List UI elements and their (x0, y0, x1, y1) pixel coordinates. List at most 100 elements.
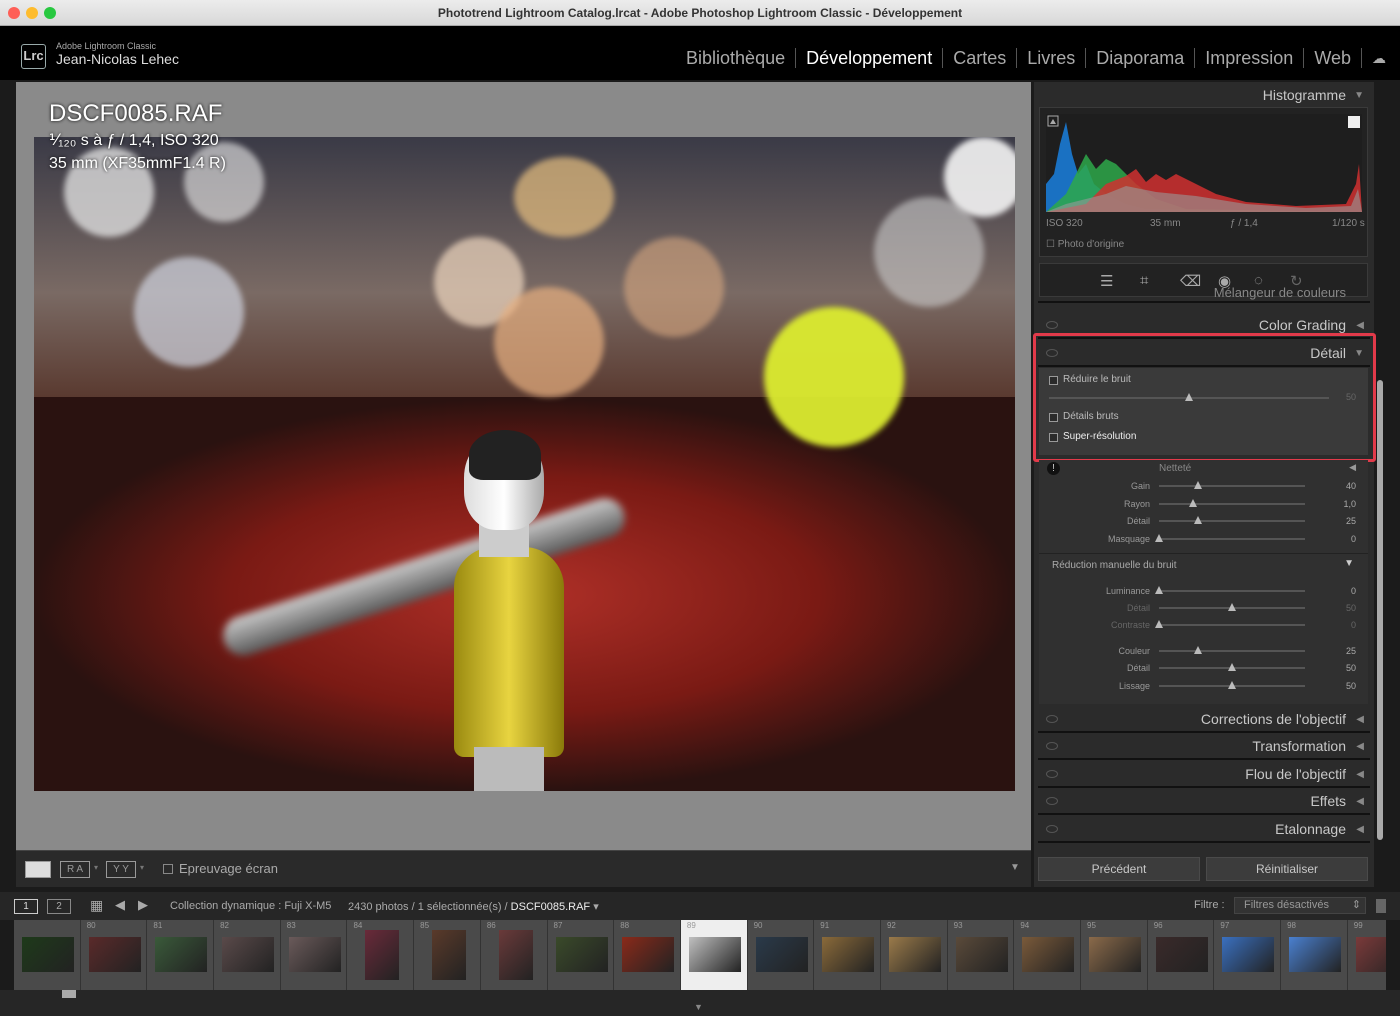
filmstrip-thumbnail[interactable]: 88 (614, 920, 681, 990)
panel-scrollbar[interactable] (1377, 380, 1383, 840)
triangle-left-icon[interactable]: ◀ (1356, 816, 1364, 843)
slider-knob[interactable] (1194, 516, 1203, 524)
collection-label[interactable]: Collection dynamique : Fuji X-M5 (170, 900, 331, 912)
slider-knob[interactable] (1228, 681, 1236, 689)
panel-color-mixer-header[interactable]: Mélangeur de couleurs (1038, 287, 1370, 303)
filmstrip-thumbnail[interactable]: 93 (947, 920, 1015, 990)
eye-icon[interactable] (1046, 321, 1058, 329)
filmstrip-thumbnail[interactable]: 96 (1147, 920, 1215, 990)
histogram[interactable]: ISO 320 35 mm ƒ / 1,4 1/120 s ☐ Photo d'… (1039, 107, 1368, 257)
filmstrip-thumbnail[interactable]: 91 (814, 920, 881, 990)
slider-knob[interactable] (1155, 620, 1163, 628)
filmstrip-thumbnail[interactable]: 83 (280, 920, 348, 990)
filmstrip-thumbnail[interactable]: 81 (147, 920, 215, 990)
filmstrip-thumbnail[interactable]: 82 (214, 920, 281, 990)
eye-icon[interactable] (1046, 715, 1058, 723)
module-develop[interactable]: Développement (796, 48, 944, 68)
slider-track[interactable] (1159, 624, 1305, 626)
filmstrip-thumbnail[interactable]: 87 (547, 920, 615, 990)
triangle-down-icon[interactable]: ▼ (1354, 82, 1364, 109)
module-map[interactable]: Cartes (943, 48, 1018, 68)
filmstrip-thumbnail[interactable]: 92 (880, 920, 948, 990)
noise-slider-row[interactable]: Détail 50 (1039, 600, 1368, 617)
slider-knob[interactable] (1155, 586, 1163, 594)
display-1-button[interactable]: 1 (14, 899, 38, 914)
module-library[interactable]: Bibliothèque (676, 48, 797, 68)
filmstrip-thumbnail[interactable]: 85 (414, 920, 481, 990)
slider-knob[interactable] (1194, 646, 1203, 654)
grid-icon[interactable]: ▦ (90, 897, 103, 914)
softproof-checkbox[interactable] (163, 864, 173, 874)
loupe-view-button[interactable] (25, 861, 51, 878)
panel-effects-header[interactable]: Effets ◀ (1038, 788, 1370, 815)
panel-calibration-header[interactable]: Etalonnage ◀ (1038, 816, 1370, 843)
slider-knob[interactable] (1228, 663, 1236, 671)
slider-knob[interactable] (1228, 603, 1236, 611)
noise-slider-row[interactable]: Détail 50 (1039, 660, 1368, 677)
module-slideshow[interactable]: Diaporama (1086, 48, 1196, 68)
filmstrip-thumbnail[interactable]: 94 (1014, 920, 1081, 990)
triangle-left-icon[interactable]: ◀ (1356, 788, 1364, 815)
eye-icon[interactable] (1046, 825, 1058, 833)
scroll-thumb[interactable] (62, 990, 76, 998)
filter-lock-icon[interactable] (1376, 899, 1386, 913)
sharpening-slider-row[interactable]: Masquage 0 (1039, 531, 1368, 548)
sharpening-slider-row[interactable]: Rayon 1,0 (1039, 496, 1368, 513)
sharpening-slider-row[interactable]: Gain 40 (1039, 478, 1368, 495)
chevron-down-icon[interactable]: ▾ (140, 863, 144, 872)
module-web[interactable]: Web (1304, 48, 1362, 68)
zoom-window-button[interactable] (44, 7, 56, 19)
triangle-left-icon[interactable]: ◀ (1356, 733, 1364, 760)
panel-lens-blur-header[interactable]: Flou de l'objectif ◀ (1038, 761, 1370, 788)
slider-track[interactable] (1159, 520, 1305, 522)
toolbar-menu-icon[interactable]: ▼ (1010, 862, 1020, 873)
triangle-down-icon[interactable]: ▼ (694, 1002, 703, 1012)
filmstrip-thumbnail[interactable]: 86 (480, 920, 548, 990)
panel-lens-corrections-header[interactable]: Corrections de l'objectif ◀ (1038, 706, 1370, 733)
previous-button[interactable]: Précédent (1038, 857, 1200, 881)
close-window-button[interactable] (8, 7, 20, 19)
arrow-left-icon[interactable]: ◀ (115, 897, 125, 913)
filmstrip-thumbnail[interactable]: 89 (680, 920, 748, 990)
filmstrip-thumbnail[interactable]: 98 (1281, 920, 1348, 990)
triangle-left-icon[interactable]: ◀ (1356, 706, 1364, 733)
reset-button[interactable]: Réinitialiser (1206, 857, 1368, 881)
filter-dropdown[interactable]: Filtres désactivés ⇕ (1234, 897, 1366, 914)
display-2-button[interactable]: 2 (47, 899, 71, 914)
filmstrip-thumbnail[interactable]: 84 (347, 920, 415, 990)
triangle-left-icon[interactable]: ◀ (1356, 761, 1364, 788)
slider-knob[interactable] (1155, 533, 1163, 542)
noise-slider-row[interactable]: Contraste 0 (1039, 617, 1368, 634)
cloud-icon[interactable]: ☁ (1372, 50, 1386, 67)
noise-slider-row[interactable]: Lissage 50 (1039, 678, 1368, 695)
slider-track[interactable] (1159, 502, 1305, 505)
module-print[interactable]: Impression (1195, 48, 1305, 68)
filmstrip-thumbnail[interactable]: 95 (1081, 920, 1148, 990)
slider-track[interactable] (1159, 650, 1305, 652)
slider-track[interactable] (1159, 485, 1305, 487)
slider-track[interactable] (1159, 590, 1305, 592)
triangle-left-icon[interactable]: ◀ (1349, 462, 1356, 473)
warning-icon[interactable]: ! (1047, 462, 1060, 475)
minimize-window-button[interactable] (26, 7, 38, 19)
filmstrip-thumbnail[interactable]: 99 (1347, 920, 1386, 990)
noise-slider-row[interactable]: Luminance 0 (1039, 583, 1368, 600)
filmstrip-scrollbar[interactable]: ▼ (0, 990, 1400, 1016)
filmstrip-thumbnail[interactable]: 97 (1214, 920, 1282, 990)
noise-slider-row[interactable]: Couleur 25 (1039, 643, 1368, 660)
original-photo-toggle[interactable]: ☐ Photo d'origine (1046, 239, 1124, 250)
before-after-button[interactable]: R A (60, 861, 90, 878)
histogram-header[interactable]: Histogramme ▼ (1038, 82, 1370, 109)
slider-knob[interactable] (1194, 481, 1203, 489)
filmstrip-thumbnail[interactable]: 80 (80, 920, 148, 990)
eye-icon[interactable] (1046, 770, 1058, 778)
chevron-down-icon[interactable]: ▾ (94, 863, 98, 872)
filmstrip-thumbnail[interactable] (14, 920, 81, 990)
before-after-swap-button[interactable]: Y Y (106, 861, 136, 878)
slider-track[interactable] (1159, 537, 1305, 540)
eye-icon[interactable] (1046, 797, 1058, 805)
sharpening-slider-row[interactable]: Détail 25 (1039, 513, 1368, 530)
eye-icon[interactable] (1046, 742, 1058, 750)
photo-preview[interactable] (34, 137, 1015, 791)
arrow-right-icon[interactable]: ▶ (138, 897, 148, 913)
